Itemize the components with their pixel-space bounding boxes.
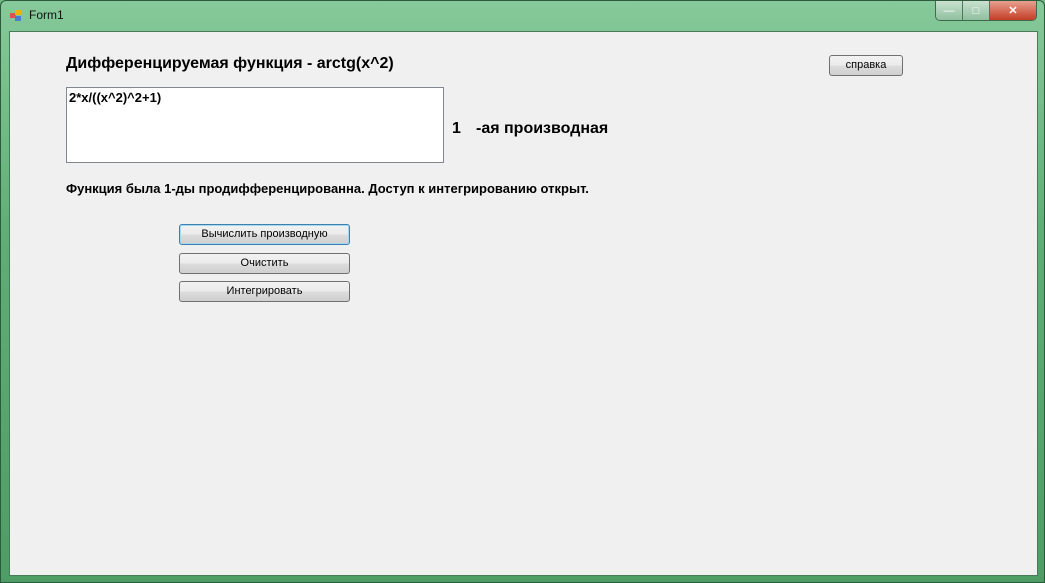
form-client-area: Дифференцируемая функция - arctg(x^2) сп… xyxy=(9,31,1038,576)
close-button[interactable]: ✕ xyxy=(990,1,1036,20)
status-label: Функция была 1-ды продифференцированна. … xyxy=(66,181,589,196)
window-frame: Form1 — □ ✕ Дифференцируемая функция - a… xyxy=(0,0,1045,583)
window-controls: — □ ✕ xyxy=(935,1,1037,21)
maximize-button[interactable]: □ xyxy=(963,1,990,20)
minimize-button[interactable]: — xyxy=(936,1,963,20)
result-textbox[interactable]: 2*x/((x^2)^2+1) xyxy=(66,87,444,163)
integrate-button[interactable]: Интегрировать xyxy=(179,281,350,302)
derivative-order-label: -ая производная xyxy=(476,120,609,137)
help-button[interactable]: справка xyxy=(829,55,903,76)
function-heading: Дифференцируемая функция - arctg(x^2) xyxy=(66,55,394,72)
clear-button[interactable]: Очистить xyxy=(179,253,350,274)
window-title: Form1 xyxy=(29,8,64,22)
app-icon xyxy=(10,10,22,21)
derivative-order-number: 1 xyxy=(452,120,461,137)
derive-button[interactable]: Вычислить производную xyxy=(179,224,350,245)
